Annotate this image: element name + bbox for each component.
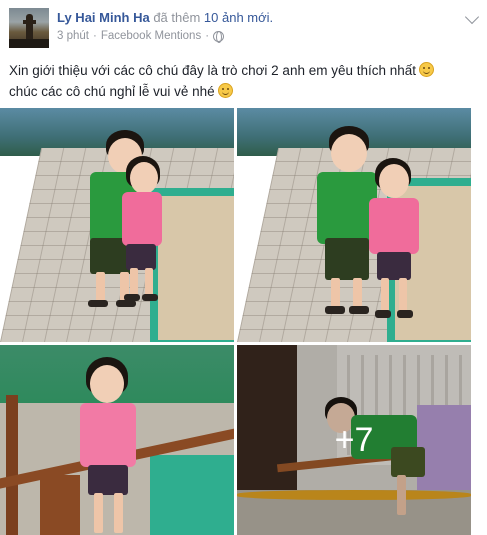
photo-wooden-block [40, 475, 80, 535]
post-message: Xin giới thiệu với các cô chú đây là trò… [9, 60, 479, 102]
message-line-1: Xin giới thiệu với các cô chú đây là trò… [9, 63, 417, 78]
meta-separator-2: · [205, 30, 210, 42]
avatar-ground [9, 39, 49, 48]
post-photo-4[interactable]: +7 [237, 345, 471, 535]
avatar-figure [26, 14, 33, 40]
smile-emoji-icon [419, 62, 435, 77]
post-source-link[interactable]: Facebook Mentions [101, 30, 201, 42]
post-photo-1[interactable] [0, 108, 234, 342]
chevron-down-icon[interactable] [464, 9, 480, 25]
author-avatar[interactable] [9, 8, 49, 48]
post-photo-3[interactable] [0, 345, 234, 535]
message-line-2: chúc các cô chú nghỉ lễ vui vẻ nhé [9, 84, 215, 99]
more-photos-overlay[interactable]: +7 [237, 345, 471, 535]
facebook-post: Ly Hai Minh Ha đã thêm 10 ảnh mới. 3 phú… [0, 0, 487, 535]
photo-sandbox-edge [150, 455, 234, 535]
photo-count-link[interactable]: 10 ảnh mới. [204, 10, 273, 25]
post-meta: 3 phút · Facebook Mentions · [57, 30, 225, 43]
post-header: Ly Hai Minh Ha đã thêm 10 ảnh mới. [57, 10, 273, 25]
author-name-link[interactable]: Ly Hai Minh Ha [57, 10, 150, 25]
smile-emoji-icon [217, 83, 233, 98]
post-photo-2[interactable] [237, 108, 471, 342]
post-action-text: đã thêm 10 ảnh mới. [150, 10, 273, 25]
post-time-link[interactable]: 3 phút [57, 30, 89, 42]
meta-separator: · [92, 30, 97, 42]
photo-wooden-post [6, 395, 18, 535]
avatar-figure-arms [23, 20, 36, 24]
photo-sandbox [150, 188, 234, 342]
action-verb: đã thêm [149, 10, 204, 25]
globe-icon[interactable] [213, 30, 225, 43]
